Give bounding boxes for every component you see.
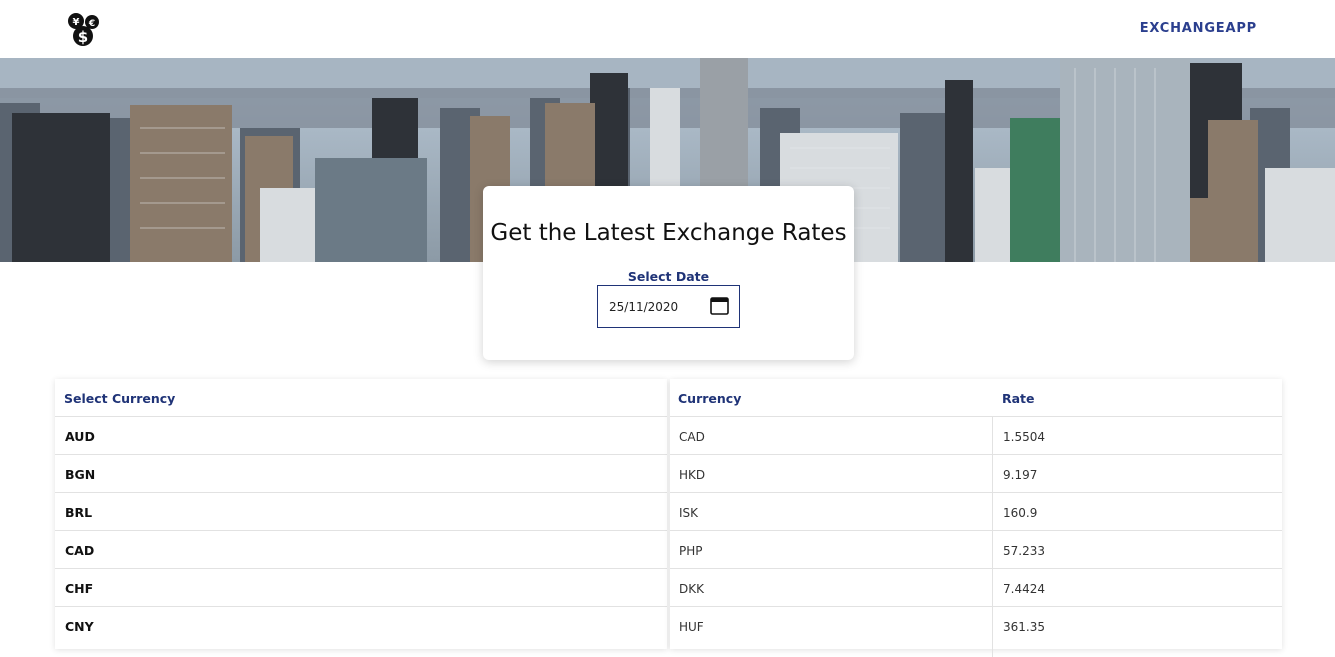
list-item[interactable]: AUD [55,416,667,454]
list-item[interactable]: BRL [55,492,667,530]
table-row: DKK 7.4424 [670,568,1282,606]
svg-text:¥: ¥ [73,17,80,28]
currency-code[interactable]: BGN [65,467,95,482]
navbar: ¥ € $ EXCHANGEAPP [0,0,1335,58]
list-item[interactable]: CNY [55,606,667,644]
currency-cell: HKD [679,468,706,482]
table-row: HUF 361.35 [670,606,1282,644]
currency-code[interactable]: CNY [65,619,94,634]
table-row: HKD 9.197 [670,454,1282,492]
currency-code[interactable]: BRL [65,505,92,520]
date-value[interactable]: 25/11/2020 [609,300,678,314]
rate-cell: 1.5504 [1003,430,1045,444]
list-item[interactable]: CAD [55,530,667,568]
rate-cell: 361.35 [1003,620,1045,634]
date-input[interactable]: 25/11/2020 [597,285,740,328]
brand-link[interactable]: EXCHANGEAPP [1140,21,1257,36]
rate-cell: 7.4424 [1003,582,1045,596]
rate-column-header: Rate [1002,391,1035,406]
rate-cell: 160.9 [1003,506,1038,520]
currency-selector-list: Select Currency AUD BGN BRL CAD CHF CNY [55,379,667,649]
rate-cell: 9.197 [1003,468,1038,482]
table-row: CAD 1.5504 [670,416,1282,454]
currency-code[interactable]: CAD [65,543,94,558]
table-row: PHP 57.233 [670,530,1282,568]
list-item[interactable]: CHF [55,568,667,606]
select-currency-header: Select Currency [64,391,176,406]
currency-code[interactable]: CHF [65,581,93,596]
currency-cell: HUF [679,620,704,634]
currency-code[interactable]: AUD [65,429,95,444]
currency-column-header: Currency [678,391,742,406]
currency-cell: CAD [679,430,705,444]
currency-cell: PHP [679,544,703,558]
svg-text:€: € [88,19,95,29]
select-date-label: Select Date [627,269,710,284]
currency-cell: ISK [679,506,699,520]
list-item[interactable]: BGN [55,454,667,492]
rates-table: Currency Rate CAD 1.5504 HKD 9.197 ISK 1… [670,379,1282,657]
date-selector-card: Get the Latest Exchange Rates Select Dat… [483,186,854,360]
svg-text:$: $ [78,28,88,46]
currency-cell: DKK [679,582,704,596]
table-row: ISK 160.9 [670,492,1282,530]
calendar-icon[interactable] [710,297,729,315]
page-title: Get the Latest Exchange Rates [490,220,847,246]
currency-coins-icon[interactable]: ¥ € $ [66,12,102,48]
rate-cell: 57.233 [1003,544,1045,558]
